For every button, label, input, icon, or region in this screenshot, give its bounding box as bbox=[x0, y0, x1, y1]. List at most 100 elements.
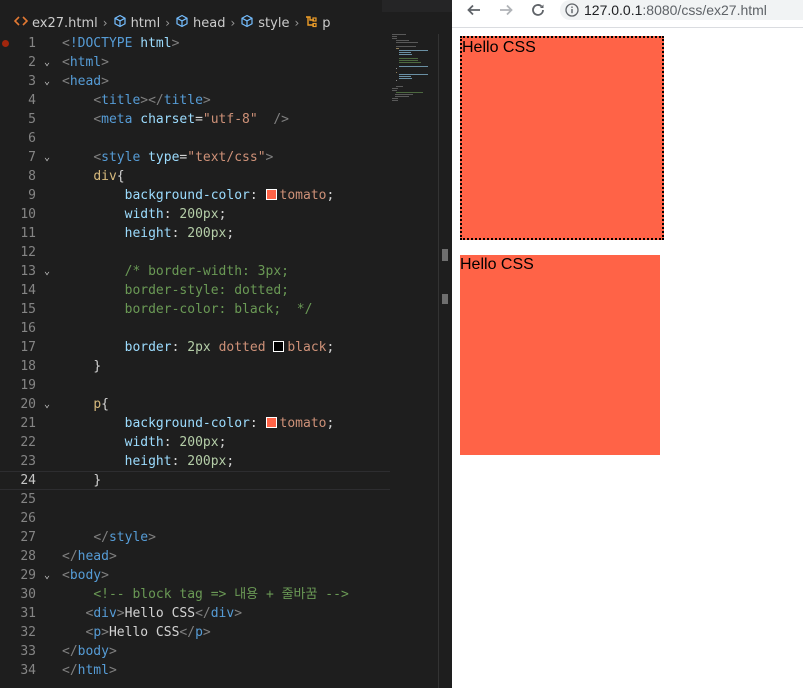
code-token: 2px bbox=[187, 340, 211, 355]
code-line[interactable]: 7 ⌄ <style type="text/css"> bbox=[0, 148, 390, 167]
code-line[interactable]: 11 height: 200px; bbox=[0, 224, 390, 243]
fold-chevron-icon[interactable]: ⌄ bbox=[44, 53, 56, 72]
code-text: <meta charset="utf-8" /> bbox=[62, 110, 289, 129]
fold-chevron-icon[interactable]: ⌄ bbox=[44, 566, 56, 585]
line-number: 34 bbox=[20, 663, 36, 678]
line-number: 18 bbox=[20, 359, 36, 374]
code-line[interactable]: 32 <p>Hello CSS</p> bbox=[0, 623, 390, 642]
code-token: < bbox=[93, 150, 102, 165]
minimap-line bbox=[395, 42, 419, 43]
breadcrumb-label: html bbox=[130, 15, 161, 31]
code-token: > bbox=[234, 606, 243, 621]
line-number: 27 bbox=[20, 530, 36, 545]
vertical-scrollbar[interactable] bbox=[438, 34, 453, 688]
code-line[interactable]: 34 </html> bbox=[0, 661, 390, 680]
fold-chevron-icon[interactable]: ⌄ bbox=[44, 395, 56, 414]
code-token: > bbox=[101, 568, 109, 583]
code-editor[interactable]: ex27.html › html › head › style › p 1 <!DOCTYPE h… bbox=[0, 0, 453, 688]
scrollbar-marker bbox=[442, 294, 448, 304]
line-number: 21 bbox=[20, 416, 36, 431]
minimap-line bbox=[392, 36, 398, 37]
code-token: </ bbox=[62, 644, 78, 659]
code-line[interactable]: 1 <!DOCTYPE html> bbox=[0, 34, 390, 53]
browser-window: 127.0.0.1:8080/css/ex27.html Hello CSS H… bbox=[452, 0, 803, 688]
code-token: { bbox=[101, 397, 109, 412]
code-line[interactable]: 14 border-style: dotted; bbox=[0, 281, 390, 300]
code-line[interactable]: 5 <meta charset="utf-8" /> bbox=[0, 110, 390, 129]
breadcrumb-item[interactable]: style bbox=[240, 14, 289, 32]
code-line[interactable]: 30 <!-- block tag => 내용 + 줄바꿈 --> bbox=[0, 585, 390, 604]
fold-chevron-icon[interactable]: ⌄ bbox=[44, 72, 56, 91]
code-text: </html> bbox=[62, 661, 117, 680]
code-line[interactable]: 23 height: 200px; bbox=[0, 452, 390, 471]
code-line[interactable]: 33 </body> bbox=[0, 642, 390, 661]
back-button[interactable] bbox=[462, 0, 486, 20]
code-line[interactable]: 26 bbox=[0, 509, 390, 528]
code-line[interactable]: 4 <title></title> bbox=[0, 91, 390, 110]
code-lines[interactable]: 1 <!DOCTYPE html> 2 ⌄ <html> 3 ⌄ <head> 4 <title… bbox=[0, 34, 390, 680]
code-line[interactable]: 13 ⌄ /* border-width: 3px; bbox=[0, 262, 390, 281]
line-number: 13 bbox=[20, 264, 36, 279]
css-rule-icon bbox=[304, 14, 322, 32]
address-bar[interactable]: 127.0.0.1:8080/css/ex27.html bbox=[560, 0, 803, 20]
color-swatch-icon[interactable] bbox=[265, 417, 277, 428]
code-line[interactable]: 15 border-color: black; */ bbox=[0, 300, 390, 319]
fold-chevron-icon[interactable]: ⌄ bbox=[44, 148, 56, 167]
code-token: : bbox=[249, 416, 266, 431]
fold-chevron-icon[interactable]: ⌄ bbox=[44, 262, 56, 281]
breadcrumb-separator-icon: › bbox=[294, 16, 300, 30]
line-number: 23 bbox=[20, 454, 36, 469]
breadcrumb-item[interactable]: p bbox=[304, 14, 331, 32]
code-line[interactable]: 18 } bbox=[0, 357, 390, 376]
code-line[interactable]: 31 <div>Hello CSS</div> bbox=[0, 604, 390, 623]
code-token: </ bbox=[93, 530, 109, 545]
code-line[interactable]: 19 bbox=[0, 376, 390, 395]
line-number: 33 bbox=[20, 644, 36, 659]
code-line[interactable]: 20 ⌄ p{ bbox=[0, 395, 390, 414]
code-line[interactable]: 3 ⌄ <head> bbox=[0, 72, 390, 91]
code-line[interactable]: 2 ⌄ <html> bbox=[0, 53, 390, 72]
code-line[interactable]: 16 bbox=[0, 319, 390, 338]
line-number: 20 bbox=[20, 397, 36, 412]
code-token: < bbox=[93, 93, 102, 108]
code-token: height bbox=[124, 226, 172, 241]
line-number: 3 bbox=[28, 74, 36, 89]
code-line[interactable]: 6 bbox=[0, 129, 390, 148]
code-line[interactable]: 9 background-color: tomato; bbox=[0, 186, 390, 205]
code-line[interactable]: 8 div{ bbox=[0, 167, 390, 186]
minimap-line bbox=[392, 100, 399, 101]
code-line[interactable]: 25 bbox=[0, 490, 390, 509]
color-swatch-icon[interactable] bbox=[273, 341, 285, 352]
code-token: title bbox=[101, 93, 141, 108]
code-line[interactable]: 27 </style> bbox=[0, 528, 390, 547]
reload-button[interactable] bbox=[526, 0, 550, 20]
code-line[interactable]: 28 </head> bbox=[0, 547, 390, 566]
code-token: = bbox=[195, 112, 203, 127]
minimap-line bbox=[395, 46, 417, 47]
code-line[interactable]: 10 width: 200px; bbox=[0, 205, 390, 224]
minimap-line bbox=[395, 92, 423, 93]
forward-button[interactable] bbox=[494, 0, 518, 20]
code-line[interactable]: 21 background-color: tomato; bbox=[0, 414, 390, 433]
code-line[interactable]: 24 } bbox=[0, 471, 390, 490]
breadcrumb-item[interactable]: head bbox=[175, 14, 225, 32]
code-line[interactable]: 22 width: 200px; bbox=[0, 433, 390, 452]
code-token: : bbox=[249, 188, 266, 203]
minimap-line bbox=[392, 88, 399, 89]
info-icon[interactable] bbox=[565, 3, 579, 17]
breadcrumb-item[interactable]: html bbox=[113, 14, 161, 32]
code-line[interactable]: 12 bbox=[0, 243, 390, 262]
code-line[interactable]: 17 border: 2px dotted black; bbox=[0, 338, 390, 357]
breadcrumb-item[interactable]: ex27.html bbox=[13, 15, 98, 31]
code-token: <!-- block tag => 내용 + 줄바꿈 --> bbox=[93, 587, 349, 602]
code-text: } bbox=[62, 357, 101, 376]
code-text: height: 200px; bbox=[62, 224, 235, 243]
code-token: 200px bbox=[179, 435, 219, 450]
color-swatch-icon[interactable] bbox=[265, 189, 277, 200]
code-line[interactable]: 29 ⌄ <body> bbox=[0, 566, 390, 585]
minimap[interactable] bbox=[392, 34, 438, 104]
line-number: 26 bbox=[20, 511, 36, 526]
